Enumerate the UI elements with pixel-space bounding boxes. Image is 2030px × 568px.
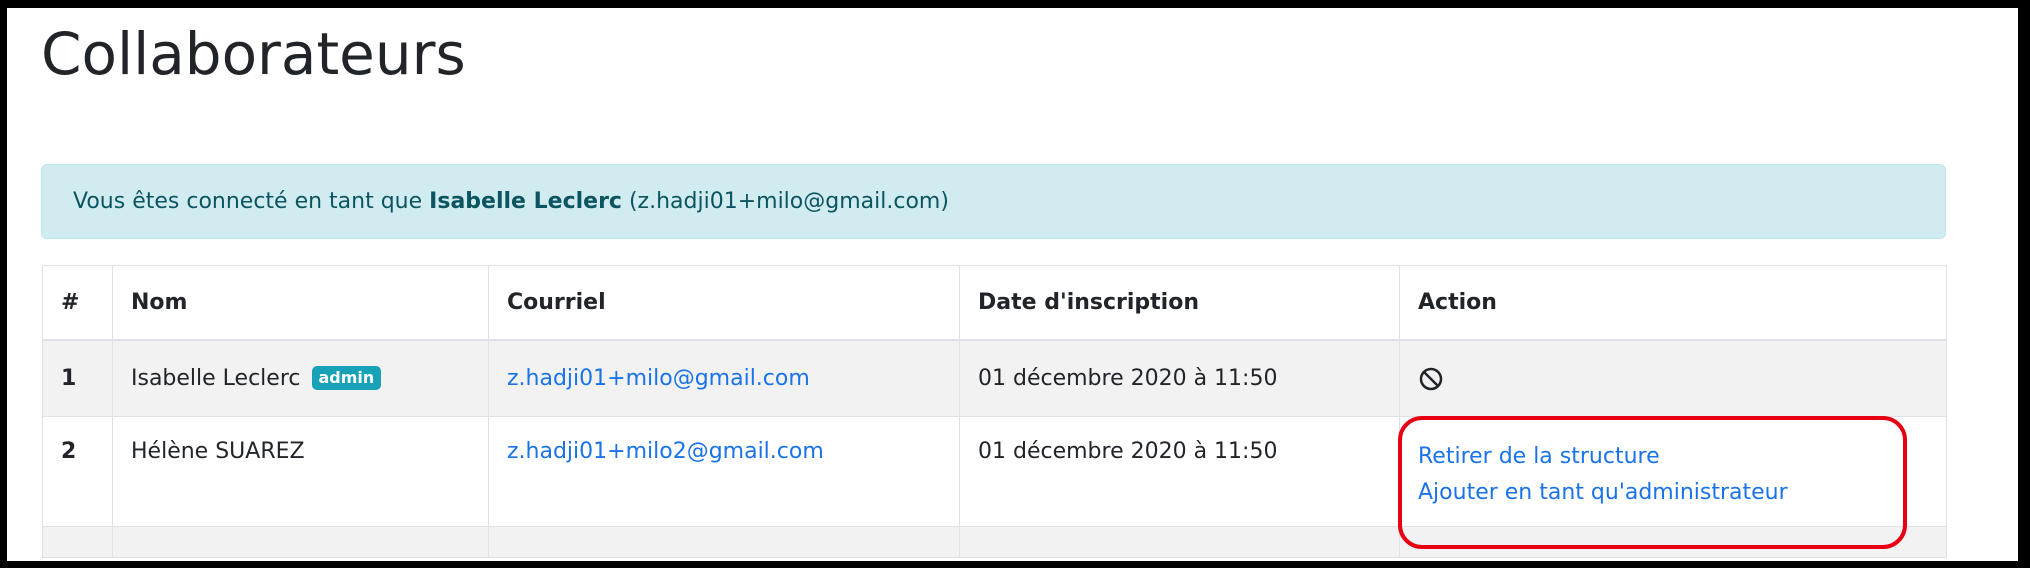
table-cell	[42, 526, 113, 558]
column-header-date: Date d'inscription	[959, 265, 1400, 341]
action-cell	[1399, 339, 1947, 417]
table-header-row: # Nom Courriel Date d'inscription Action	[42, 265, 1947, 341]
remove-from-structure-link[interactable]: Retirer de la structure	[1418, 439, 1928, 475]
date-cell: 01 décembre 2020 à 11:50	[959, 339, 1400, 417]
column-header-email: Courriel	[488, 265, 960, 341]
collaborators-table: # Nom Courriel Date d'inscription Action…	[42, 265, 1947, 558]
table-cell	[112, 526, 489, 558]
date-cell: 01 décembre 2020 à 11:50	[959, 416, 1400, 527]
table-row: 1 Isabelle Leclerc admin z.hadji01+milo@…	[42, 339, 1947, 417]
user-name-cell: Isabelle Leclerc admin	[112, 339, 489, 417]
alert-user-email: (z.hadji01+milo@gmail.com)	[628, 189, 949, 214]
table-cell	[1399, 526, 1947, 558]
login-info-alert: Vous êtes connecté en tant que Isabelle …	[41, 164, 1946, 239]
user-name: Hélène SUAREZ	[131, 439, 305, 464]
alert-prefix: Vous êtes connecté en tant que	[73, 189, 423, 214]
admin-badge: admin	[311, 366, 382, 390]
user-name: Isabelle Leclerc	[131, 366, 301, 391]
email-cell: z.hadji01+milo@gmail.com	[488, 339, 960, 417]
page-title: Collaborateurs	[41, 20, 466, 88]
row-number: 1	[42, 339, 113, 417]
column-header-number: #	[42, 265, 113, 341]
table-row: 2 Hélène SUAREZ z.hadji01+milo2@gmail.co…	[42, 416, 1947, 527]
row-number: 2	[42, 416, 113, 527]
ban-icon	[1418, 366, 1444, 392]
column-header-name: Nom	[112, 265, 489, 341]
alert-user-name: Isabelle Leclerc	[429, 189, 622, 214]
table-row	[42, 526, 1947, 558]
email-link[interactable]: z.hadji01+milo2@gmail.com	[507, 439, 824, 464]
table-cell	[959, 526, 1400, 558]
email-link[interactable]: z.hadji01+milo@gmail.com	[507, 366, 810, 391]
action-cell: Retirer de la structure Ajouter en tant …	[1399, 416, 1947, 527]
screenshot-frame: Collaborateurs Vous êtes connecté en tan…	[0, 0, 2030, 568]
column-header-action: Action	[1399, 265, 1947, 341]
email-cell: z.hadji01+milo2@gmail.com	[488, 416, 960, 527]
user-name-cell: Hélène SUAREZ	[112, 416, 489, 527]
table-cell	[488, 526, 960, 558]
screenshot-border	[2018, 0, 2030, 568]
make-admin-link[interactable]: Ajouter en tant qu'administrateur	[1418, 475, 1928, 511]
